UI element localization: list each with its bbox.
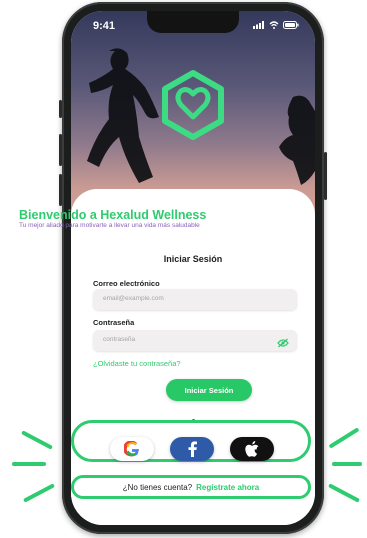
signal-icon — [253, 21, 264, 29]
password-label: Contraseña — [93, 318, 135, 327]
forgot-password-link[interactable]: ¿Olvidaste tu contraseña? — [93, 359, 181, 368]
signup-prompt: ¿No tienes cuenta? — [122, 482, 193, 492]
wifi-icon — [269, 21, 279, 29]
highlight-ray-left-middle — [12, 462, 46, 466]
highlight-ray-left-bottom — [23, 483, 55, 503]
phone-volume-down — [59, 174, 62, 206]
hexalud-logo — [162, 70, 224, 140]
email-label: Correo electrónico — [93, 279, 160, 288]
facebook-login-button[interactable] — [170, 437, 214, 461]
highlight-ray-right-top — [328, 427, 360, 449]
highlight-ray-right-middle — [332, 462, 362, 466]
signup-link[interactable]: Regístrate ahora — [196, 483, 259, 492]
battery-icon — [283, 21, 299, 29]
login-button[interactable]: Iniciar Sesión — [166, 379, 252, 401]
login-section-title: Iniciar Sesión — [163, 254, 223, 264]
highlight-ray-right-bottom — [328, 483, 360, 503]
signup-row: ¿No tienes cuenta? Regístrate ahora — [71, 475, 311, 499]
welcome-subtitle: Tu mejor aliado para motivarte a llevar … — [19, 222, 200, 229]
status-icons — [253, 21, 299, 29]
google-login-button[interactable] — [110, 437, 154, 461]
hide-password-icon[interactable] — [277, 335, 289, 353]
welcome-title: Bienvenido a Hexalud Wellness — [19, 208, 207, 222]
status-time: 9:41 — [93, 20, 116, 32]
phone-volume-up — [59, 134, 62, 166]
email-field[interactable]: email@example.com — [93, 289, 297, 310]
google-icon — [124, 441, 139, 457]
apple-icon — [245, 441, 259, 457]
phone-notch — [147, 11, 239, 33]
highlight-ray-left-top — [21, 430, 53, 450]
phone-side-button — [59, 100, 62, 118]
facebook-icon — [188, 441, 197, 457]
email-placeholder: email@example.com — [103, 295, 164, 302]
password-field[interactable]: contraseña — [93, 330, 297, 351]
password-placeholder: contraseña — [103, 336, 136, 343]
phone-power-button — [324, 152, 327, 200]
apple-login-button[interactable] — [230, 437, 274, 461]
